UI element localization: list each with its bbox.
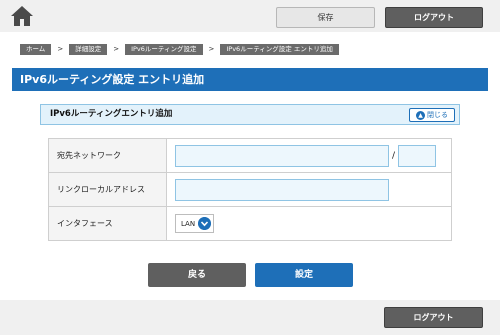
breadcrumb-separator: > [208,45,215,53]
section-title: IPv6ルーティングエントリ追加 [50,109,173,119]
breadcrumb: ホーム > 詳細設定 > IPv6ルーティング設定 > IPv6ルーティング設定… [20,43,339,55]
interface-select[interactable]: LAN [175,214,215,233]
page-title: IPv6ルーティング設定 エントリ追加 [12,68,488,91]
entry-form: 宛先ネットワーク / リンクローカルアドレス インタフェース LAN [48,138,452,241]
breadcrumb-separator: > [113,45,120,53]
breadcrumb-current: IPv6ルーティング設定 エントリ追加 [220,43,339,55]
home-icon[interactable] [10,5,34,27]
section-header: IPv6ルーティングエントリ追加 ▲ 閉じる [40,104,460,125]
chevron-down-icon [198,217,212,230]
form-row-destination: 宛先ネットワーク / [48,138,452,173]
back-button[interactable]: 戻る [148,263,246,287]
apply-button[interactable]: 設定 [255,263,353,287]
collapse-label: 閉じる [427,111,448,119]
chevron-up-icon: ▲ [416,111,425,120]
prefix-separator: / [392,150,396,161]
save-button[interactable]: 保存 [276,7,375,28]
link-local-address-input[interactable] [175,178,389,201]
destination-label: 宛先ネットワーク [48,138,167,173]
bottom-bar: ログアウト [0,300,500,335]
prefix-length-input[interactable] [398,144,437,167]
link-local-label: リンクローカルアドレス [48,172,167,207]
form-row-link-local: リンクローカルアドレス [48,172,452,207]
logout-button-bottom[interactable]: ログアウト [384,307,483,328]
interface-label: インタフェース [48,206,167,241]
form-row-interface: インタフェース LAN [48,206,452,241]
logout-button[interactable]: ログアウト [385,7,483,28]
interface-select-value: LAN [181,219,196,228]
destination-network-input[interactable] [175,144,389,167]
collapse-button[interactable]: ▲ 閉じる [409,108,455,122]
breadcrumb-ipv6-routing[interactable]: IPv6ルーティング設定 [125,43,203,55]
breadcrumb-home[interactable]: ホーム [20,43,52,55]
breadcrumb-advanced-settings[interactable]: 詳細設定 [69,43,108,55]
breadcrumb-separator: > [57,45,64,53]
top-bar: 保存 ログアウト [0,0,500,32]
